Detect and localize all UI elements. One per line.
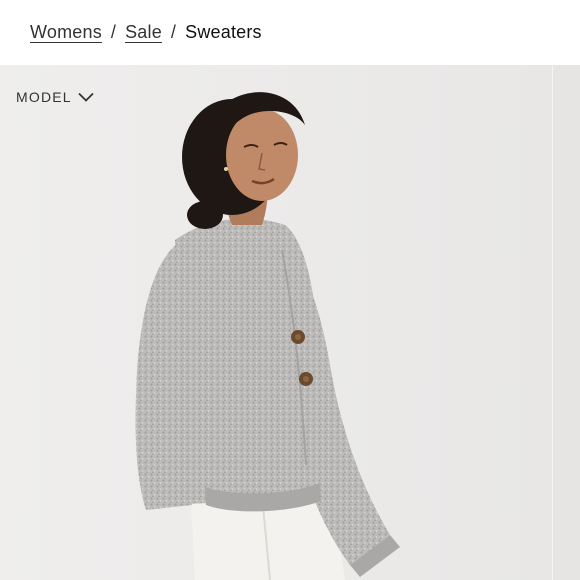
- breadcrumb-link-womens[interactable]: Womens: [30, 22, 102, 43]
- breadcrumb: Womens / Sale / Sweaters: [30, 18, 262, 46]
- breadcrumb-current-sweaters: Sweaters: [185, 21, 262, 42]
- breadcrumb-separator: /: [110, 21, 117, 42]
- product-image-gallery[interactable]: MODEL: [0, 65, 580, 580]
- model-toggle[interactable]: MODEL: [16, 89, 94, 105]
- breadcrumb-link-sale[interactable]: Sale: [125, 22, 162, 43]
- breadcrumb-separator: /: [170, 21, 177, 42]
- next-photo-peek[interactable]: [552, 65, 580, 580]
- chevron-down-icon: [78, 92, 94, 102]
- model-toggle-label: MODEL: [16, 89, 72, 105]
- product-photo[interactable]: [0, 65, 552, 580]
